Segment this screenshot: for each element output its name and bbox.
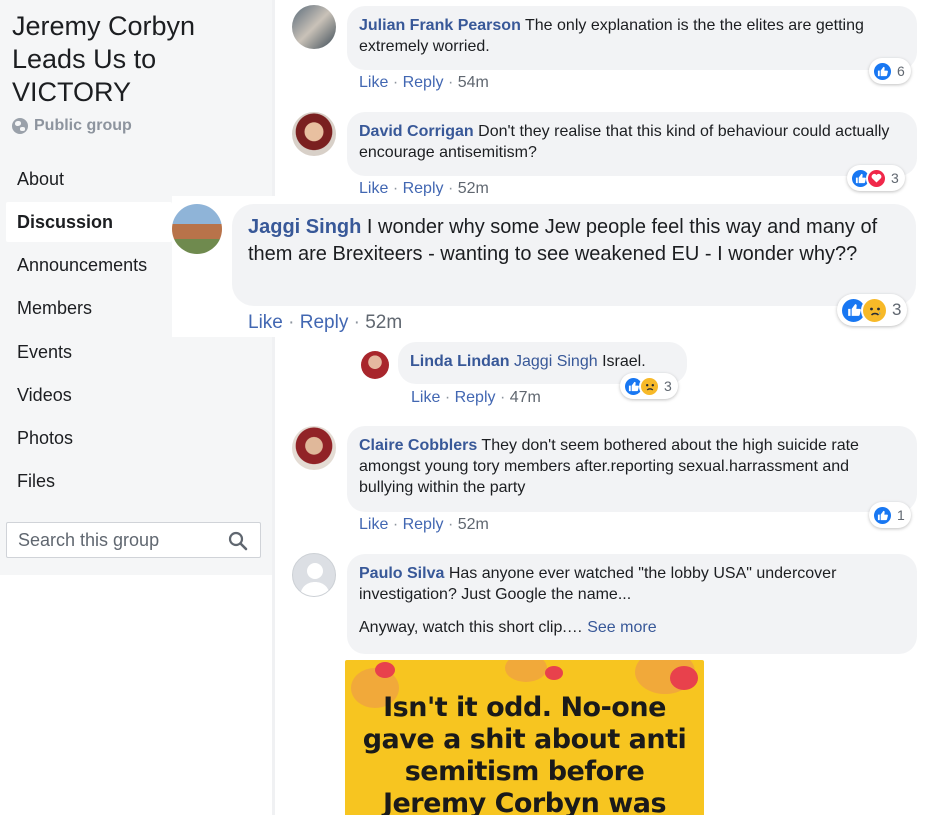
comment-bubble: David Corrigan Don't they realise that t… (347, 112, 917, 176)
meme-caption: Isn't it odd. No-one gave a shit about a… (345, 692, 704, 815)
like-reaction-icon (872, 504, 893, 526)
see-more-link[interactable]: See more (587, 619, 656, 636)
like-link[interactable]: Like (359, 74, 388, 91)
separator: · (499, 389, 506, 406)
like-link[interactable]: Like (359, 180, 388, 197)
search-icon[interactable] (228, 531, 248, 551)
separator: · (392, 74, 399, 91)
comment-actions: Like · Reply · 52m (359, 516, 489, 534)
meme-line: Jeremy Corbyn was (382, 788, 667, 815)
comment-actions: Like · Reply · 47m (411, 389, 541, 407)
separator: · (447, 74, 454, 91)
meme-line: Isn't it odd. No-one (383, 692, 666, 723)
reply-link[interactable]: Reply (455, 389, 496, 406)
comment-text: Israel. (602, 353, 646, 370)
reaction-count: 1 (897, 507, 905, 523)
separator: · (447, 180, 454, 197)
avatar[interactable] (361, 351, 389, 379)
reaction-count: 3 (892, 300, 902, 319)
reaction-count: 3 (891, 170, 899, 186)
separator: · (392, 516, 399, 533)
comment-actions: Like · Reply · 52m (248, 312, 402, 334)
comment-bubble: Paulo Silva Has anyone ever watched "the… (347, 554, 917, 654)
reaction-summary[interactable]: 3 (620, 373, 678, 399)
reaction-count: 3 (664, 378, 672, 394)
reaction-summary[interactable]: 6 (869, 58, 911, 84)
comment-actions: Like · Reply · 54m (359, 74, 489, 92)
nav-item-members[interactable]: Members (6, 288, 172, 328)
sad-reaction-icon (861, 296, 888, 324)
reaction-summary[interactable]: 1 (869, 502, 911, 528)
reaction-summary[interactable]: 3 (847, 165, 905, 191)
comment-bubble: Julian Frank Pearson The only explanatio… (347, 6, 917, 70)
like-link[interactable]: Like (359, 516, 388, 533)
highlighted-comment: Jaggi Singh I wonder why some Jew people… (172, 196, 922, 337)
comment-bubble: Jaggi Singh I wonder why some Jew people… (232, 204, 916, 306)
default-avatar-icon[interactable] (292, 553, 336, 597)
avatar[interactable] (292, 112, 336, 156)
group-privacy: Public group (12, 117, 132, 135)
group-title[interactable]: Jeremy Corbyn Leads Us to VICTORY (12, 10, 262, 109)
emoji-decoration (505, 660, 547, 682)
separator: · (353, 312, 360, 333)
comment-text-continued: Anyway, watch this short clip.… See more (359, 617, 905, 638)
comment-author[interactable]: Linda Lindan (410, 353, 510, 370)
reply-link[interactable]: Reply (403, 180, 444, 197)
comment-time[interactable]: 52m (458, 180, 489, 197)
separator: · (288, 312, 295, 333)
nav-item-about[interactable]: About (6, 159, 172, 199)
comment-author[interactable]: Julian Frank Pearson (359, 17, 521, 34)
comment-time[interactable]: 54m (458, 74, 489, 91)
reply-link[interactable]: Reply (403, 516, 444, 533)
heart-decoration (670, 666, 698, 690)
group-search (6, 522, 261, 558)
love-reaction-icon (866, 167, 887, 189)
comment-bubble: Claire Cobblers They don't seem bothered… (347, 426, 917, 512)
like-link[interactable]: Like (411, 389, 440, 406)
avatar[interactable] (292, 426, 336, 470)
nav-item-videos[interactable]: Videos (6, 375, 172, 415)
mention-link[interactable]: Jaggi Singh (514, 353, 598, 370)
sidebar-divider (272, 0, 275, 815)
reply-link[interactable]: Reply (300, 312, 349, 333)
reaction-count: 6 (897, 63, 905, 79)
search-input[interactable] (18, 529, 218, 551)
separator: · (444, 389, 451, 406)
group-privacy-label: Public group (34, 117, 132, 134)
avatar[interactable] (172, 204, 222, 254)
attached-image[interactable]: Isn't it odd. No-one gave a shit about a… (345, 660, 704, 815)
heart-decoration (545, 666, 563, 680)
like-reaction-icon (872, 60, 893, 82)
comment-time[interactable]: 52m (458, 516, 489, 533)
comment-time[interactable]: 47m (510, 389, 541, 406)
nav-item-discussion[interactable]: Discussion (6, 202, 172, 242)
comment-author[interactable]: Paulo Silva (359, 565, 444, 582)
sad-reaction-icon (639, 375, 660, 397)
nav-item-photos[interactable]: Photos (6, 418, 172, 458)
comment-author[interactable]: David Corrigan (359, 123, 474, 140)
comment-text-line2: Anyway, watch this short clip.… (359, 619, 583, 636)
avatar[interactable] (292, 5, 336, 49)
reaction-summary[interactable]: 3 (837, 294, 908, 326)
separator: · (447, 516, 454, 533)
nav-item-announcements[interactable]: Announcements (6, 245, 172, 285)
comment-time[interactable]: 52m (365, 312, 402, 333)
globe-icon (12, 118, 28, 134)
reply-link[interactable]: Reply (403, 74, 444, 91)
nav-item-events[interactable]: Events (6, 332, 172, 372)
comment-author[interactable]: Claire Cobblers (359, 437, 477, 454)
meme-line: gave a shit about anti (362, 724, 687, 755)
nav-item-files[interactable]: Files (6, 461, 172, 501)
separator: · (392, 180, 399, 197)
meme-line: semitism before (404, 756, 645, 787)
like-link[interactable]: Like (248, 312, 283, 333)
comment-author[interactable]: Jaggi Singh (248, 216, 361, 238)
heart-decoration (375, 662, 395, 678)
